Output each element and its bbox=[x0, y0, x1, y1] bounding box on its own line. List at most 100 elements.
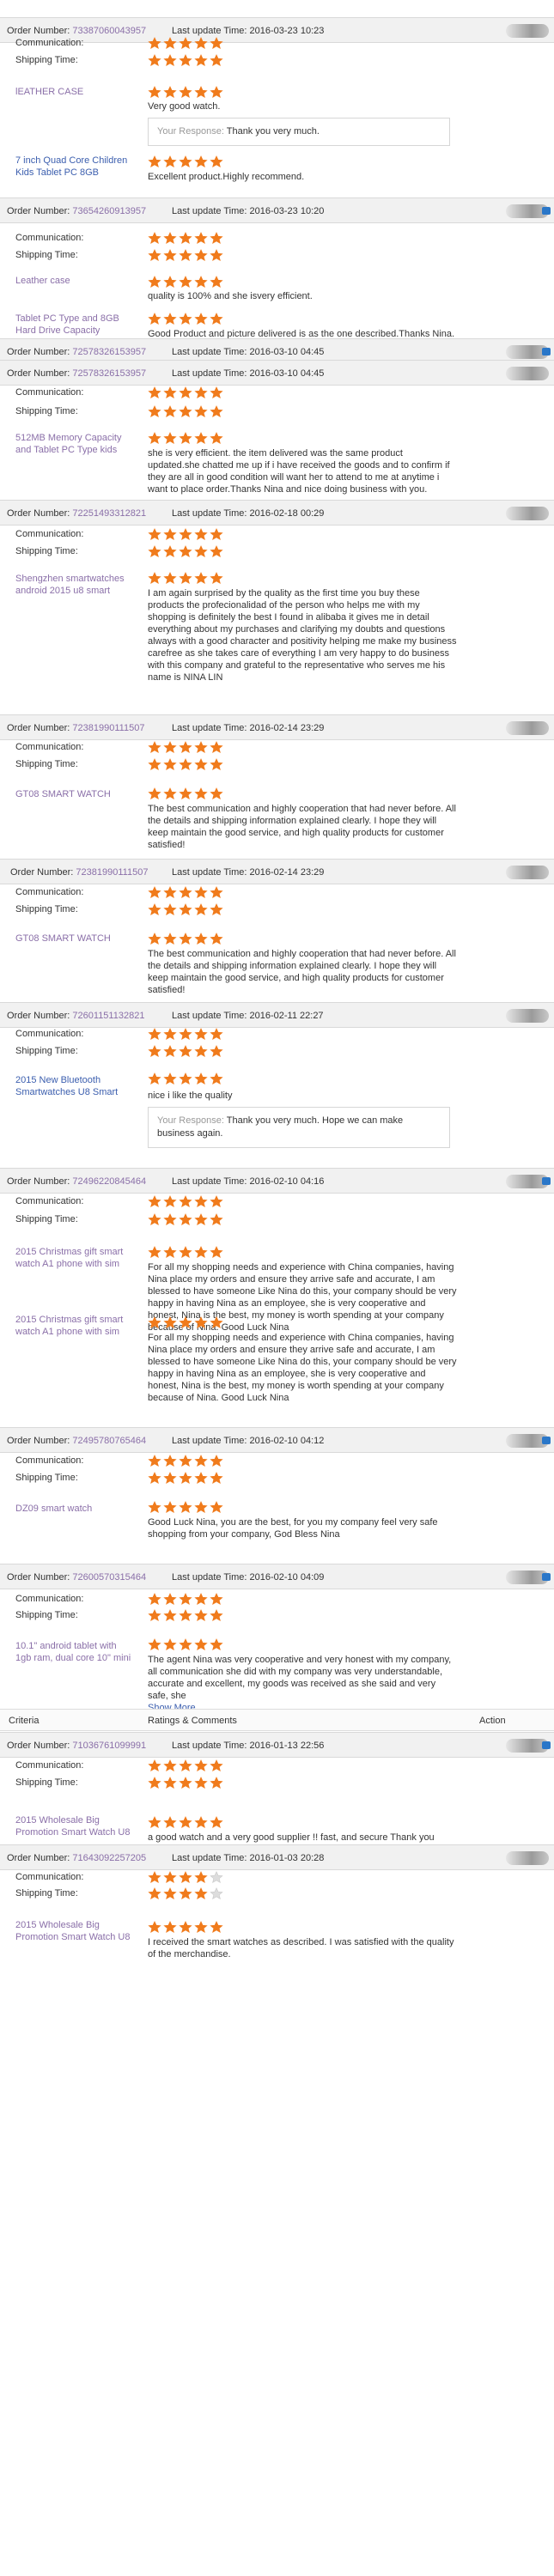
last-update-field: Last update Time: 2016-02-18 00:29 bbox=[172, 508, 324, 519]
product-link[interactable]: GT08 SMART WATCH bbox=[15, 933, 131, 945]
product-link[interactable]: Shengzhen smartwatches android 2015 u8 s… bbox=[15, 573, 131, 597]
product-link[interactable]: Leather case bbox=[15, 275, 131, 287]
star-filled-icon bbox=[163, 1816, 177, 1828]
order-header: Order Number: 72601151132821 Last update… bbox=[0, 1002, 554, 1028]
star-filled-icon bbox=[210, 276, 223, 288]
order-number[interactable]: 72251493312821 bbox=[72, 508, 146, 519]
order-number-label: Order Number: bbox=[7, 1011, 70, 1021]
order-number[interactable]: 72495780765464 bbox=[72, 1436, 146, 1446]
star-filled-icon bbox=[210, 1501, 223, 1513]
product-link[interactable]: 10.1" android tablet with 1gb ram, dual … bbox=[15, 1640, 131, 1664]
buyer-badge[interactable] bbox=[506, 507, 549, 520]
mail-icon[interactable] bbox=[542, 348, 551, 355]
star-filled-icon bbox=[194, 1028, 208, 1040]
star-filled-icon bbox=[194, 741, 208, 753]
star-filled-icon bbox=[179, 1871, 192, 1883]
mail-icon[interactable] bbox=[542, 1573, 551, 1581]
product-link[interactable]: 2015 Christmas gift smart watch A1 phone… bbox=[15, 1314, 131, 1338]
star-filled-icon bbox=[163, 528, 177, 540]
communication-label: Communication: bbox=[15, 1455, 84, 1466]
star-filled-icon bbox=[163, 1887, 177, 1899]
star-filled-icon bbox=[210, 787, 223, 799]
order-number-field: Order Number: 71036761099991 bbox=[7, 1741, 146, 1751]
buyer-badge[interactable] bbox=[506, 367, 549, 380]
star-filled-icon bbox=[210, 1246, 223, 1258]
buyer-badge[interactable] bbox=[506, 866, 549, 879]
order-number-field: Order Number: 71643092257205 bbox=[7, 1853, 146, 1863]
order-number-field: Order Number: 72600570315464 bbox=[7, 1572, 146, 1583]
star-filled-icon bbox=[210, 249, 223, 261]
star-filled-icon bbox=[148, 249, 161, 261]
star-filled-icon bbox=[179, 1045, 192, 1057]
review-comment: The best communication and highly cooper… bbox=[148, 948, 457, 996]
review-comment-text: Good Luck Nina, you are the best, for yo… bbox=[148, 1517, 438, 1540]
mail-icon[interactable] bbox=[542, 207, 551, 215]
star-filled-icon bbox=[148, 1028, 161, 1040]
product-link[interactable]: DZ09 smart watch bbox=[15, 1503, 131, 1515]
buyer-badge[interactable] bbox=[506, 1175, 551, 1188]
star-filled-icon bbox=[194, 1887, 208, 1899]
star-filled-icon bbox=[163, 1072, 177, 1084]
buyer-badge[interactable] bbox=[506, 1434, 551, 1448]
product-link[interactable]: 7 inch Quad Core Children Kids Tablet PC… bbox=[15, 155, 131, 179]
order-number[interactable]: 72600570315464 bbox=[72, 1572, 146, 1583]
product-rating bbox=[148, 787, 225, 799]
star-filled-icon bbox=[148, 1871, 161, 1883]
order-number-label: Order Number: bbox=[7, 1572, 70, 1583]
order-number[interactable]: 71036761099991 bbox=[72, 1741, 146, 1751]
order-number[interactable]: 73387060043957 bbox=[72, 26, 146, 36]
communication-rating bbox=[148, 1871, 225, 1883]
buyer-badge[interactable] bbox=[506, 1851, 549, 1865]
star-filled-icon bbox=[148, 545, 161, 557]
mail-icon[interactable] bbox=[542, 1177, 551, 1185]
product-link[interactable]: 2015 Wholesale Big Promotion Smart Watch… bbox=[15, 1919, 131, 1943]
shipping-rating bbox=[148, 1045, 225, 1057]
buyer-badge[interactable] bbox=[506, 204, 551, 218]
product-link[interactable]: Tablet PC Type and 8GB Hard Drive Capaci… bbox=[15, 313, 131, 337]
last-update-label: Last update Time: bbox=[172, 508, 247, 519]
last-update-label: Last update Time: bbox=[172, 1741, 247, 1751]
order-number[interactable]: 72578326153957 bbox=[72, 368, 146, 379]
star-filled-icon bbox=[179, 86, 192, 98]
buyer-badge[interactable] bbox=[506, 721, 549, 735]
last-update-label: Last update Time: bbox=[172, 347, 247, 357]
order-number[interactable]: 72381990111507 bbox=[76, 867, 148, 878]
star-filled-icon bbox=[210, 1472, 223, 1484]
star-filled-icon bbox=[194, 432, 208, 444]
product-link[interactable]: 2015 New Bluetooth Smartwatches U8 Smart bbox=[15, 1074, 131, 1098]
communication-rating bbox=[148, 232, 225, 244]
star-filled-icon bbox=[210, 933, 223, 945]
buyer-badge[interactable] bbox=[506, 1009, 549, 1023]
review-comment: I am again surprised by the quality as t… bbox=[148, 587, 457, 683]
order-number[interactable]: 72578326153957 bbox=[72, 347, 146, 357]
order-number[interactable]: 72496220845464 bbox=[72, 1176, 146, 1187]
star-filled-icon bbox=[194, 276, 208, 288]
communication-rating bbox=[148, 37, 225, 49]
communication-rating bbox=[148, 886, 225, 898]
product-link[interactable]: 512MB Memory Capacity and Tablet PC Type… bbox=[15, 432, 131, 456]
shipping-time-label: Shipping Time: bbox=[15, 1046, 78, 1056]
shipping-time-label: Shipping Time: bbox=[15, 759, 78, 769]
seller-response: Your Response: Thank you very much. Hope… bbox=[148, 1107, 450, 1148]
star-filled-icon bbox=[179, 1455, 192, 1467]
buyer-badge[interactable] bbox=[506, 24, 549, 38]
product-rating bbox=[148, 86, 225, 98]
buyer-badge[interactable] bbox=[506, 1571, 551, 1584]
product-link[interactable]: 2015 Christmas gift smart watch A1 phone… bbox=[15, 1246, 131, 1270]
buyer-badge[interactable] bbox=[506, 1739, 551, 1753]
star-filled-icon bbox=[194, 528, 208, 540]
product-link[interactable]: 2015 Wholesale Big Promotion Smart Watch… bbox=[15, 1814, 131, 1838]
buyer-badge[interactable] bbox=[506, 345, 551, 359]
communication-label: Communication: bbox=[15, 387, 84, 398]
product-link[interactable]: lEATHER CASE bbox=[15, 86, 131, 98]
order-number[interactable]: 71643092257205 bbox=[72, 1853, 146, 1863]
star-filled-icon bbox=[194, 1777, 208, 1789]
mail-icon[interactable] bbox=[542, 1741, 551, 1749]
product-link[interactable]: GT08 SMART WATCH bbox=[15, 788, 131, 800]
mail-icon[interactable] bbox=[542, 1437, 551, 1444]
order-number[interactable]: 72381990111507 bbox=[72, 723, 144, 733]
order-number[interactable]: 72601151132821 bbox=[72, 1011, 144, 1021]
star-filled-icon bbox=[148, 1593, 161, 1605]
star-filled-icon bbox=[179, 1593, 192, 1605]
order-number[interactable]: 73654260913957 bbox=[72, 206, 146, 216]
